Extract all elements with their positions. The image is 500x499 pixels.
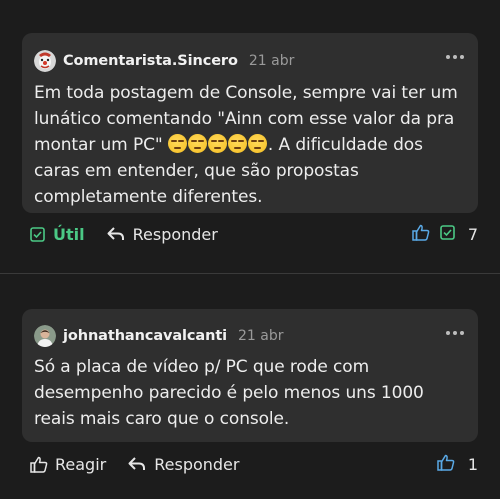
username[interactable]: Comentarista.Sincero — [63, 53, 238, 69]
reply-label: Responder — [132, 224, 218, 244]
avatar[interactable] — [34, 50, 56, 72]
reaction-count: 7 — [467, 224, 478, 244]
useful-button[interactable]: Útil — [30, 225, 85, 244]
comment-actions: Útil Responder 7 — [30, 221, 478, 247]
divider — [0, 273, 500, 274]
thumbs-up-icon[interactable] — [437, 454, 455, 475]
avatar[interactable] — [34, 325, 56, 347]
comment-date: 21 abr — [238, 328, 284, 344]
reply-arrow-icon — [128, 456, 146, 472]
check-square-icon[interactable] — [440, 224, 455, 244]
comment-card: johnathancavalcanti 21 abr Só a placa de… — [22, 309, 478, 442]
reply-button[interactable]: Responder — [107, 225, 218, 244]
thumbs-up-icon[interactable] — [412, 224, 430, 245]
comment-card: Comentarista.Sincero 21 abr Em toda post… — [22, 33, 478, 213]
expressionless-face-icon — [168, 134, 268, 155]
thumbs-up-outline-icon — [30, 456, 48, 473]
reaction-summary: 7 — [412, 224, 478, 245]
more-options-icon[interactable] — [446, 55, 464, 59]
reply-label: Responder — [154, 454, 240, 474]
useful-label: Útil — [53, 224, 85, 244]
reaction-summary: 1 — [437, 454, 478, 475]
comment-header: johnathancavalcanti 21 abr — [34, 323, 284, 349]
check-square-icon — [30, 226, 45, 242]
comment-date: 21 abr — [248, 53, 295, 69]
comment-header: Comentarista.Sincero 21 abr — [34, 48, 294, 74]
reply-arrow-icon — [107, 226, 125, 242]
reaction-count: 1 — [467, 454, 478, 474]
username[interactable]: johnathancavalcanti — [63, 328, 227, 344]
react-label: Reagir — [55, 454, 107, 474]
comment-text: Em toda postagem de Console, sempre vai … — [34, 80, 462, 210]
more-options-icon[interactable] — [446, 331, 464, 335]
comment-text: Só a placa de vídeo p/ PC que rode com d… — [34, 357, 424, 429]
react-button[interactable]: Reagir — [30, 455, 106, 474]
reply-button[interactable]: Responder — [128, 455, 239, 474]
comment-actions: Reagir Responder 1 — [30, 451, 478, 477]
